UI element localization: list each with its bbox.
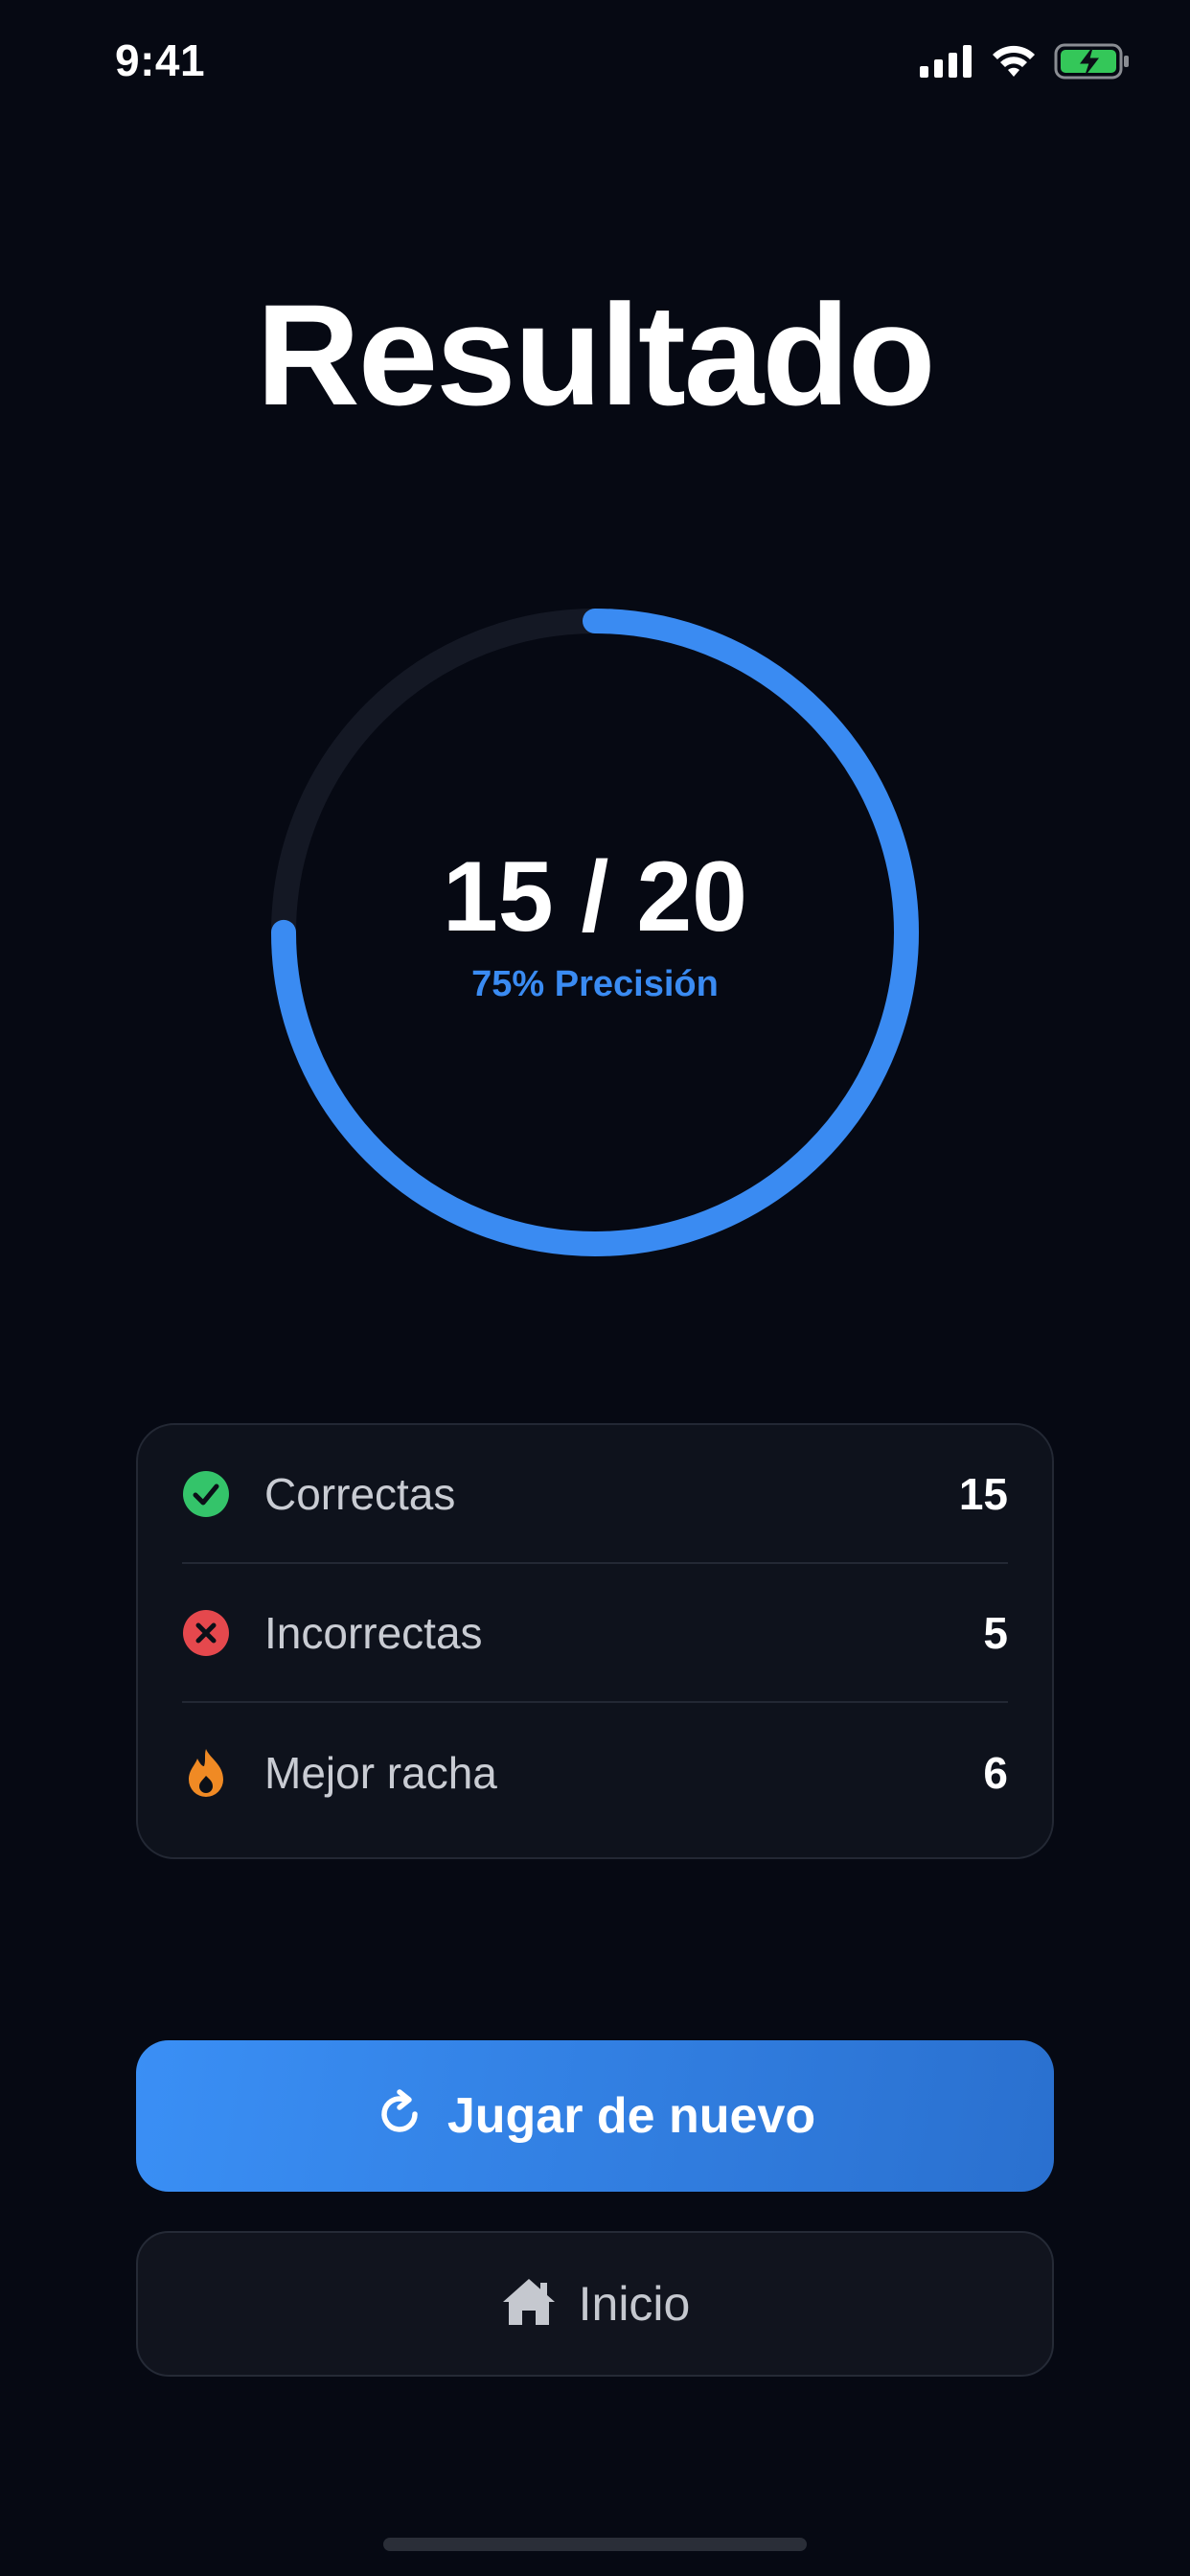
wifi-icon <box>991 44 1037 83</box>
accuracy-text: 75% Precisión <box>471 963 719 1004</box>
home-icon <box>500 2276 558 2333</box>
score-ring: 15 / 20 75% Precisión <box>264 602 926 1263</box>
signal-icon <box>920 44 973 82</box>
flame-icon <box>182 1748 230 1797</box>
check-circle-icon <box>182 1470 230 1518</box>
home-label: Inicio <box>578 2277 691 2331</box>
stat-label: Incorrectas <box>264 1607 483 1658</box>
status-time: 9:41 <box>115 35 206 85</box>
stat-value: 15 <box>958 1468 1008 1519</box>
page-title: Resultado <box>256 274 935 435</box>
refresh-icon <box>375 2088 424 2144</box>
stats-card: Correctas 15 Incorrectas 5 Mejor racha 6 <box>136 1423 1054 1859</box>
stat-label: Correctas <box>264 1468 456 1519</box>
stat-row-incorrect: Incorrectas 5 <box>182 1564 1008 1703</box>
status-icons <box>920 43 1131 84</box>
play-again-label: Jugar de nuevo <box>446 2088 816 2144</box>
result-screen: 9:41 Resultado 15 / 20 75% Precisión Cor… <box>0 0 1190 2576</box>
stat-label: Mejor racha <box>264 1747 497 1798</box>
stat-value: 5 <box>983 1607 1008 1658</box>
stat-value: 6 <box>983 1747 1008 1798</box>
battery-charging-icon <box>1054 43 1131 84</box>
play-again-button[interactable]: Jugar de nuevo <box>136 2040 1054 2192</box>
score-text: 15 / 20 <box>442 840 748 953</box>
x-circle-icon <box>182 1609 230 1657</box>
home-indicator <box>383 2538 807 2551</box>
stat-row-correct: Correctas 15 <box>182 1425 1008 1564</box>
score-center: 15 / 20 75% Precisión <box>264 602 926 1263</box>
home-button[interactable]: Inicio <box>136 2231 1054 2377</box>
status-bar: 9:41 <box>0 0 1190 125</box>
stat-row-best-streak: Mejor racha 6 <box>182 1703 1008 1842</box>
